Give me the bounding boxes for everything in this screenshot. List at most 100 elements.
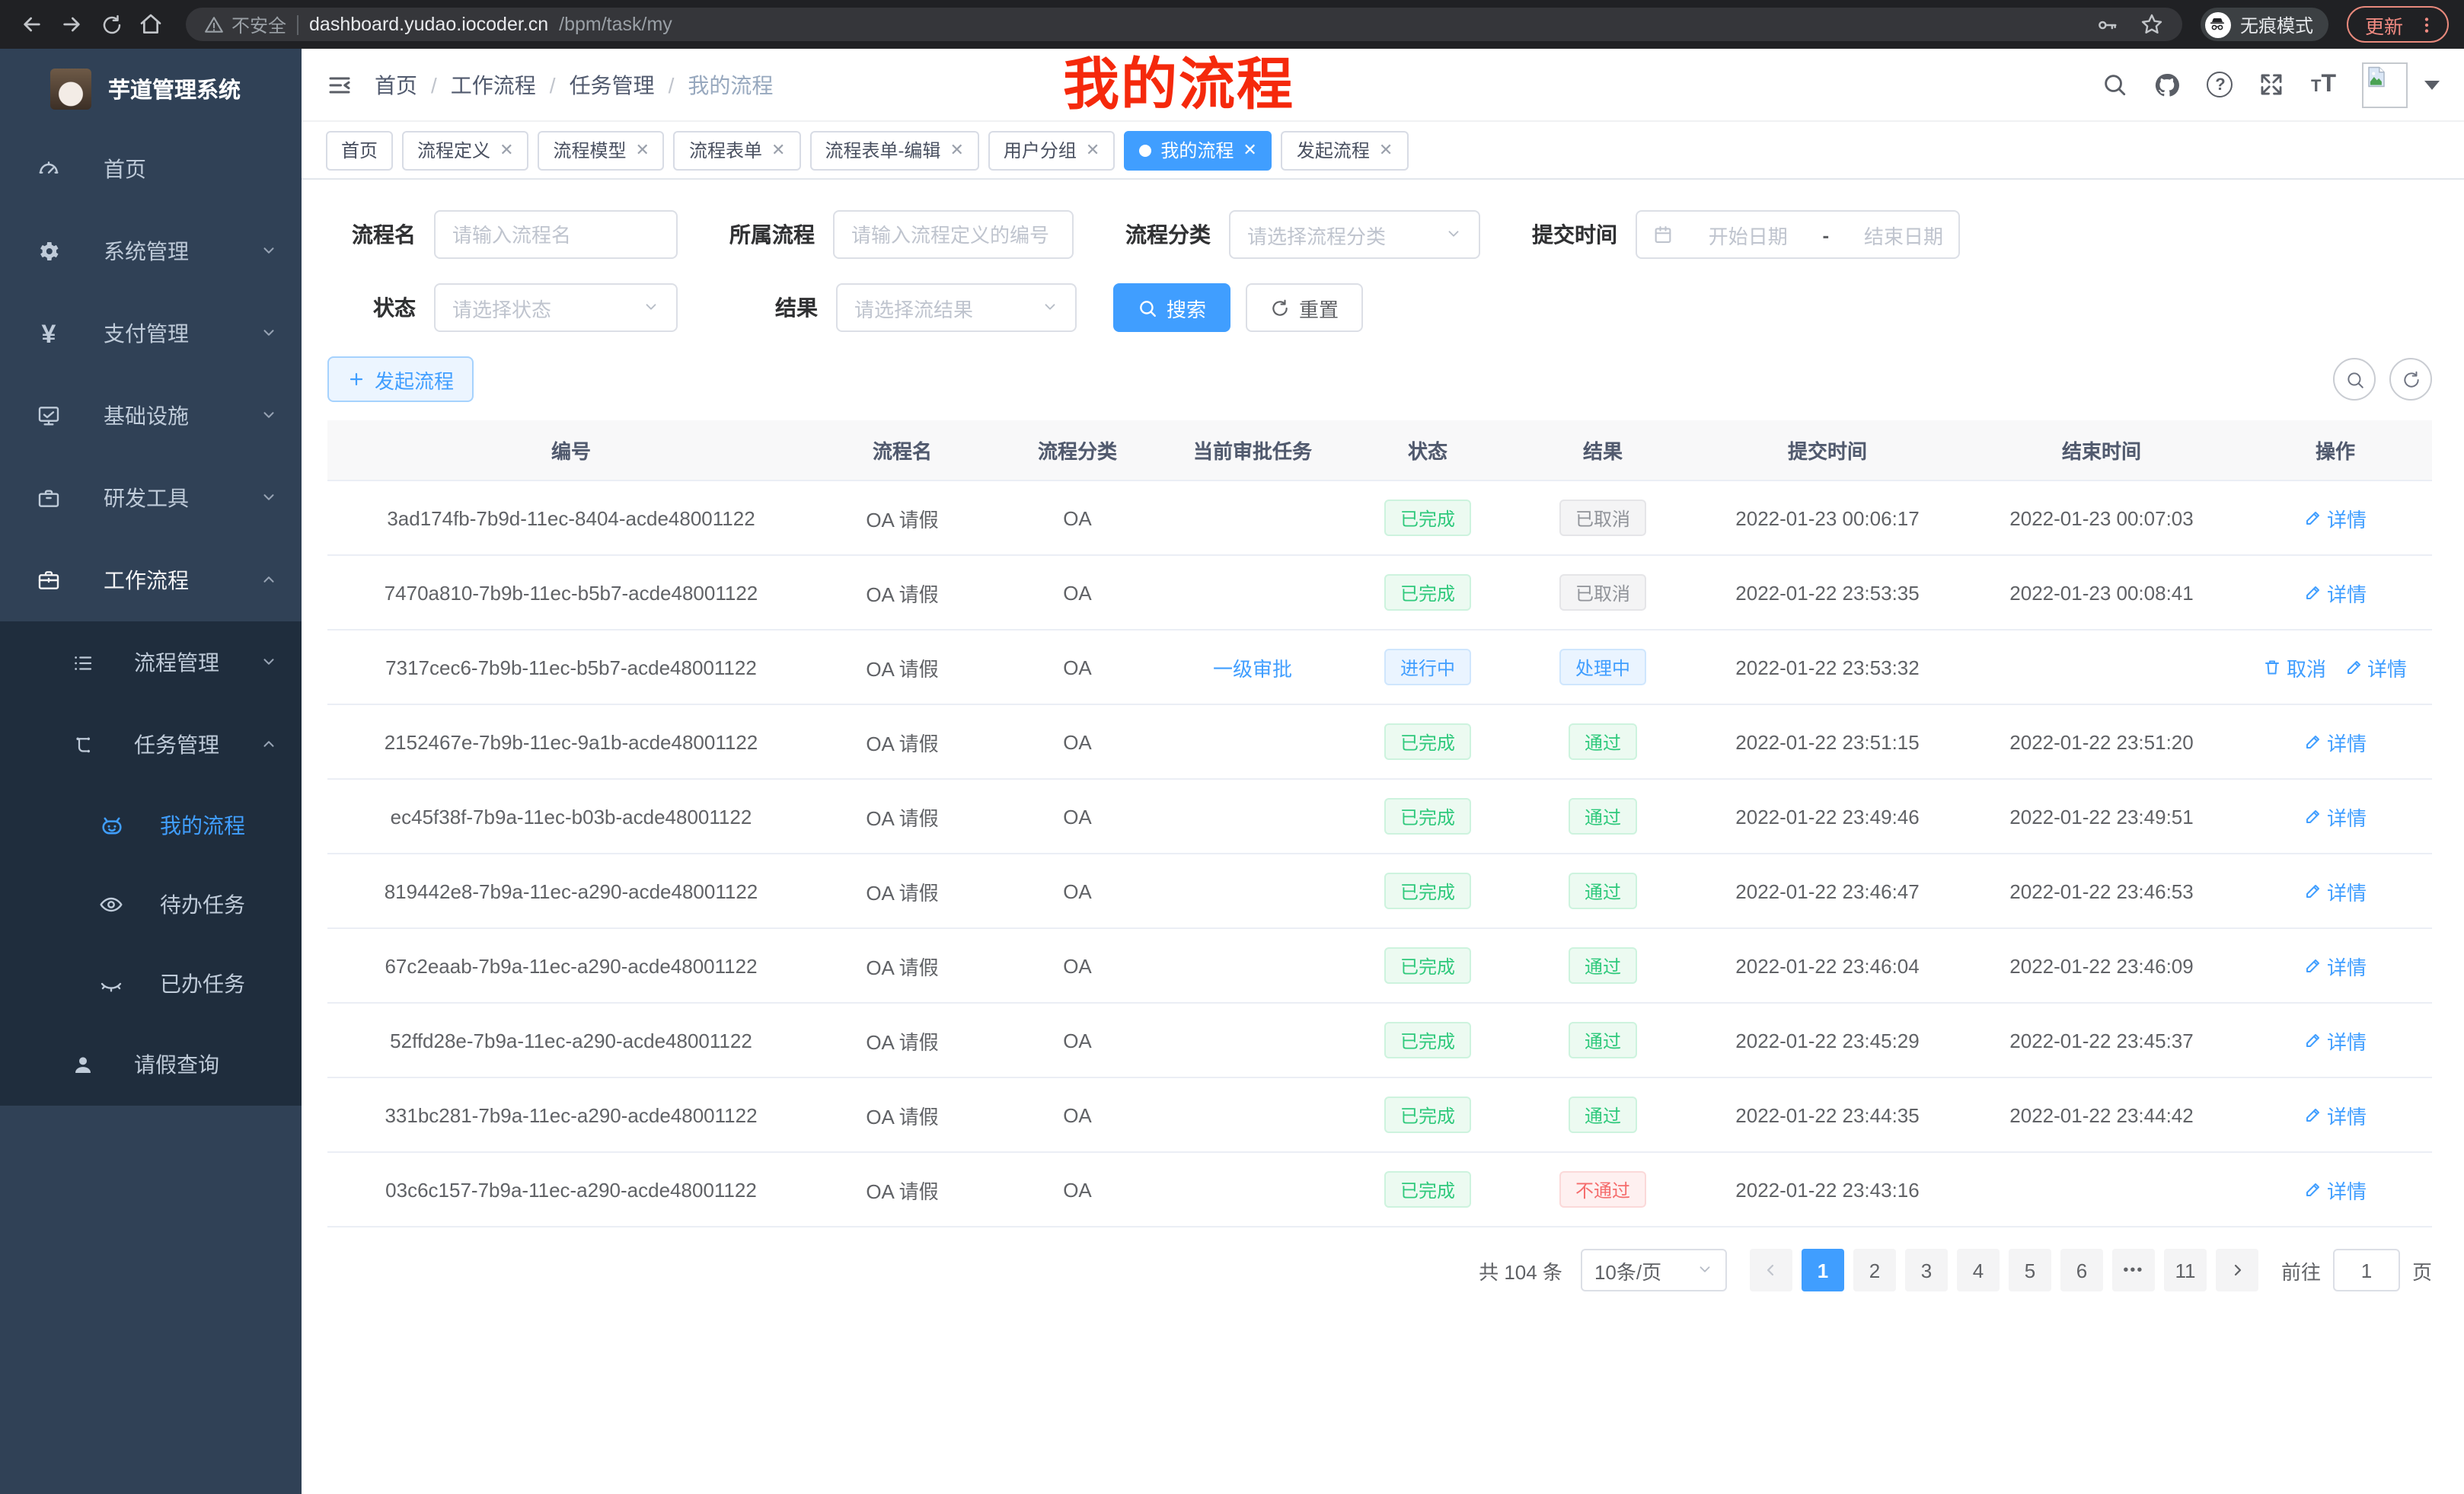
chevron-down-icon [260, 650, 277, 675]
incognito-label: 无痕模式 [2240, 11, 2313, 37]
close-icon[interactable]: ✕ [771, 140, 785, 160]
status-select[interactable]: 请选择状态 [434, 283, 678, 332]
avatar-dropdown-icon[interactable] [2424, 80, 2440, 89]
fullscreen-icon[interactable] [2259, 72, 2285, 97]
refresh-icon [1270, 298, 1290, 318]
tab-process-model[interactable]: 流程模型✕ [538, 130, 665, 170]
page-button-1[interactable]: 1 [1802, 1249, 1844, 1291]
forward-icon[interactable] [55, 8, 88, 41]
detail-link[interactable]: 详情 [2304, 802, 2367, 831]
update-label[interactable]: 更新 [2365, 10, 2403, 39]
detail-link[interactable]: 详情 [2304, 951, 2367, 980]
refresh-table-button[interactable] [2389, 358, 2432, 401]
sidebar-item-leave-query[interactable]: 请假查询 [0, 1023, 302, 1106]
close-icon[interactable]: ✕ [1243, 140, 1256, 160]
detail-link[interactable]: 详情 [2304, 1100, 2367, 1129]
cell-end-time: 2022-01-22 23:46:53 [1964, 879, 2239, 902]
breadcrumb-task-mgmt[interactable]: 任务管理 [570, 69, 655, 100]
tab-home[interactable]: 首页 [326, 130, 393, 170]
bookmark-star-icon[interactable] [2140, 12, 2164, 37]
sidebar-item-devtools[interactable]: 研发工具 [0, 457, 302, 539]
detail-link[interactable]: 详情 [2304, 578, 2367, 607]
page-button-2[interactable]: 2 [1853, 1249, 1896, 1291]
reset-button[interactable]: 重置 [1246, 283, 1363, 332]
detail-link[interactable]: 详情 [2344, 653, 2407, 682]
home-icon[interactable] [134, 8, 168, 41]
current-task-link[interactable]: 一级审批 [1213, 653, 1292, 682]
page-button-4[interactable]: 4 [1957, 1249, 2000, 1291]
app-logo[interactable]: 芋道管理系统 [0, 49, 302, 128]
detail-link[interactable]: 详情 [2304, 503, 2367, 532]
goto-page-input[interactable] [2333, 1249, 2400, 1291]
page-button-6[interactable]: 6 [2060, 1249, 2103, 1291]
detail-link[interactable]: 详情 [2304, 727, 2367, 756]
sidebar-item-task-mgmt[interactable]: 任务管理 [0, 704, 302, 786]
tab-user-group[interactable]: 用户分组✕ [988, 130, 1115, 170]
page-size-select[interactable]: 10条/页 [1581, 1249, 1727, 1291]
detail-link[interactable]: 详情 [2304, 1175, 2367, 1204]
search-button[interactable]: 搜索 [1113, 283, 1230, 332]
sidebar-item-payment[interactable]: ¥ 支付管理 [0, 292, 302, 375]
close-icon[interactable]: ✕ [500, 140, 513, 160]
back-icon[interactable] [15, 8, 49, 41]
close-icon[interactable]: ✕ [1086, 140, 1100, 160]
tab-my-process[interactable]: 我的流程✕ [1124, 130, 1272, 170]
create-process-button[interactable]: 发起流程 [327, 356, 474, 402]
key-icon[interactable] [2095, 13, 2118, 36]
reload-icon[interactable] [94, 8, 128, 41]
avatar[interactable] [2362, 62, 2408, 107]
process-definition-input[interactable] [833, 210, 1074, 259]
submit-time-range-picker[interactable]: 开始日期 - 结束日期 [1636, 210, 1960, 259]
collapse-sidebar-icon[interactable] [326, 71, 353, 98]
cell-submit-time: 2022-01-22 23:51:15 [1690, 730, 1964, 753]
process-name-input[interactable] [434, 210, 678, 259]
url-bar[interactable]: 不安全 dashboard.yudao.iocoder.cn/bpm/task/… [186, 8, 2182, 41]
status-badge: 已完成 [1385, 500, 1470, 536]
cell-submit-time: 2022-01-23 00:06:17 [1690, 506, 1964, 529]
page-button-11[interactable]: 11 [2164, 1249, 2207, 1291]
sidebar-item-workflow[interactable]: 工作流程 [0, 539, 302, 621]
breadcrumb-home[interactable]: 首页 [375, 69, 417, 100]
chevron-down-icon [1696, 1259, 1713, 1282]
cancel-link[interactable]: 取消 [2264, 653, 2326, 682]
sidebar-item-my-process[interactable]: 我的流程 [0, 786, 302, 865]
help-icon[interactable]: ? [2207, 72, 2233, 97]
result-select[interactable]: 请选择流结果 [836, 283, 1077, 332]
cell-end-time: 2022-01-22 23:51:20 [1964, 730, 2239, 753]
browser-menu-icon[interactable] [2417, 14, 2437, 34]
detail-link[interactable]: 详情 [2304, 876, 2367, 905]
search-icon[interactable] [2102, 72, 2128, 97]
tab-process-form[interactable]: 流程表单✕ [674, 130, 800, 170]
sidebar-item-system[interactable]: 系统管理 [0, 210, 302, 292]
incognito-icon [2205, 11, 2231, 37]
sidebar: 芋道管理系统 首页 系统管理 ¥ 支付管理 [0, 49, 302, 1494]
close-icon[interactable]: ✕ [950, 140, 963, 160]
font-size-icon[interactable]: TT [2311, 71, 2336, 98]
tab-start-process[interactable]: 发起流程✕ [1281, 130, 1408, 170]
page-button-3[interactable]: 3 [1905, 1249, 1948, 1291]
app-title: 芋道管理系统 [108, 72, 241, 104]
sidebar-item-done-tasks[interactable]: 已办任务 [0, 944, 302, 1023]
toggle-search-button[interactable] [2333, 358, 2376, 401]
process-category-select[interactable]: 请选择流程分类 [1229, 210, 1480, 259]
sidebar-item-process-mgmt[interactable]: 流程管理 [0, 621, 302, 704]
page-button-5[interactable]: 5 [2009, 1249, 2051, 1291]
security-label[interactable]: 不安全 [231, 11, 286, 37]
close-icon[interactable]: ✕ [636, 140, 650, 160]
prev-page-button[interactable] [1750, 1249, 1792, 1291]
tab-process-definition[interactable]: 流程定义✕ [402, 130, 528, 170]
detail-link[interactable]: 详情 [2304, 1026, 2367, 1055]
update-button[interactable]: 更新 [2347, 6, 2449, 43]
tab-process-form-edit[interactable]: 流程表单-编辑✕ [809, 130, 978, 170]
more-pages-icon[interactable]: ••• [2112, 1249, 2155, 1291]
sidebar-item-label: 请假查询 [134, 1049, 219, 1080]
close-icon[interactable]: ✕ [1379, 140, 1393, 160]
sidebar-item-infrastructure[interactable]: 基础设施 [0, 375, 302, 457]
breadcrumb-workflow[interactable]: 工作流程 [451, 69, 536, 100]
cell-category: OA [990, 1178, 1165, 1201]
github-icon[interactable] [2154, 71, 2182, 98]
result-label: 结果 [729, 292, 818, 323]
sidebar-item-todo-tasks[interactable]: 待办任务 [0, 865, 302, 944]
sidebar-item-home[interactable]: 首页 [0, 128, 302, 210]
next-page-button[interactable] [2216, 1249, 2258, 1291]
